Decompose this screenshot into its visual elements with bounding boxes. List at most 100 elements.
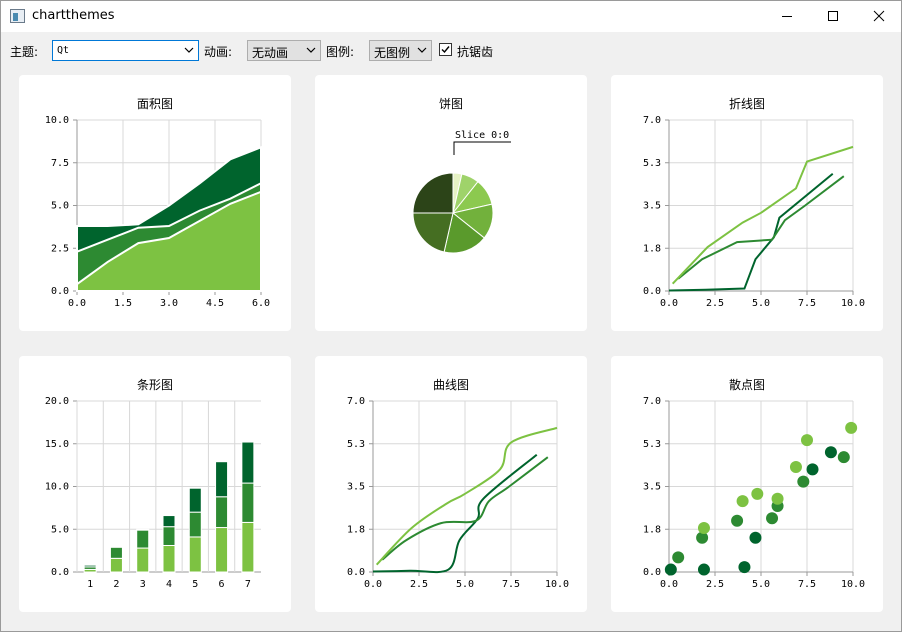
y-tick-label: 1.8 [347, 524, 365, 535]
app-window: chartthemes 主题: Qt 动画: 无动画 图例: 无图例 抗锯齿 面… [0, 0, 902, 632]
y-tick-label: 0.0 [51, 286, 69, 297]
bar-segment [215, 496, 229, 529]
pie-slice [412, 172, 454, 214]
checkmark-icon [441, 46, 450, 54]
chevron-down-icon [306, 47, 316, 53]
x-tick-label: 7.5 [798, 579, 816, 590]
bar-segment [215, 527, 229, 573]
y-tick-label: 7.0 [643, 396, 661, 407]
x-tick-label: 3.0 [160, 298, 178, 309]
bar-segment [215, 461, 229, 498]
bar-segment [188, 536, 202, 573]
x-tick-label: 4.5 [206, 298, 224, 309]
bar-segment [136, 547, 150, 573]
x-tick-label: 7 [245, 579, 251, 590]
x-tick-label: 1.5 [114, 298, 132, 309]
area-chart: 0.0 2.5 5.0 7.5 10.0 0.0 1.5 3.0 4.5 6.0 [45, 115, 270, 309]
bar-chart-panel: 条形图 0.0 5.0 10.0 15.0 20.0 1 2 3 4 5 6 7 [19, 356, 291, 612]
y-tick-label: 7.5 [51, 158, 69, 169]
x-tick-label: 2.5 [410, 579, 428, 590]
y-tick-label: 7.0 [643, 115, 661, 126]
x-tick-label: 2.5 [706, 298, 724, 309]
scatter-point [824, 446, 837, 459]
animation-select[interactable]: 无动画 [247, 40, 321, 61]
bar-segment [83, 564, 97, 568]
line-chart-panel: 折线图 0.0 1.8 3.5 5.3 7.0 0.0 2.5 5.0 7.5 10.0 [611, 75, 883, 331]
y-tick-label: 15.0 [45, 439, 69, 450]
scatter-point [766, 512, 779, 525]
y-tick-label: 5.0 [51, 201, 69, 212]
chevron-down-icon [417, 47, 427, 53]
scatter-point [789, 460, 802, 473]
bar-segment [136, 528, 150, 531]
y-tick-label: 20.0 [45, 396, 69, 407]
legend-select[interactable]: 无图例 [369, 40, 432, 61]
line-series [375, 426, 558, 566]
y-tick-label: 0.0 [51, 567, 69, 578]
y-tick-label: 3.5 [643, 482, 661, 493]
x-tick-label: 0.0 [660, 298, 678, 309]
spline-chart-panel: 曲线图 0.0 1.8 3.5 5.3 7.0 0.0 2.5 5.0 7.5 10.0 [315, 356, 587, 612]
x-tick-label: 3 [140, 579, 146, 590]
x-tick-label: 1 [87, 579, 93, 590]
scatter-point [845, 421, 858, 434]
y-tick-label: 2.5 [51, 243, 69, 254]
x-tick-label: 2 [113, 579, 119, 590]
x-tick-label: 2.5 [706, 579, 724, 590]
scatter-point [664, 563, 677, 576]
y-tick-label: 0.0 [347, 567, 365, 578]
line-series [372, 453, 538, 574]
animation-select-value: 无动画 [252, 46, 289, 60]
slice-label-leader [453, 141, 511, 155]
minimize-icon [782, 16, 792, 17]
y-tick-label: 10.0 [45, 482, 69, 493]
bar-segment [109, 557, 123, 573]
antialias-label: 抗锯齿 [457, 45, 494, 59]
legend-label: 图例: [326, 45, 355, 59]
scatter-point [749, 531, 762, 544]
legend-select-value: 无图例 [374, 46, 411, 60]
animation-label: 动画: [204, 45, 233, 59]
scatter-point [771, 492, 784, 505]
scatter-point [806, 463, 819, 476]
scatter-point [736, 495, 749, 508]
y-tick-label: 5.3 [643, 439, 661, 450]
bar-segment [109, 545, 123, 548]
area-chart-panel: 面积图 0.0 2.5 5.0 7.5 10.0 0.0 1.5 3.0 4.5 6.0 [19, 75, 291, 331]
scatter-point [738, 561, 751, 574]
line-chart: 0.0 1.8 3.5 5.3 7.0 0.0 2.5 5.0 7.5 10.0 [643, 115, 865, 309]
x-tick-label: 0.0 [660, 579, 678, 590]
bar-segment [136, 529, 150, 549]
x-tick-label: 0.0 [68, 298, 86, 309]
pie-chart-panel: 饼图 Slice 0:0 [315, 75, 587, 331]
y-tick-label: 0.0 [643, 567, 661, 578]
bar-segment [188, 487, 202, 513]
close-button[interactable] [856, 1, 902, 32]
close-icon [873, 10, 885, 22]
x-tick-label: 10.0 [841, 298, 865, 309]
x-tick-label: 5.0 [752, 298, 770, 309]
y-tick-label: 1.8 [643, 243, 661, 254]
x-tick-label: 7.5 [502, 579, 520, 590]
x-tick-label: 4 [166, 579, 172, 590]
theme-select[interactable]: Qt [52, 40, 199, 61]
x-tick-label: 7.5 [798, 298, 816, 309]
scatter-point [751, 487, 764, 500]
maximize-button[interactable] [810, 1, 856, 32]
theme-select-value: Qt [57, 45, 70, 56]
antialias-checkbox[interactable] [439, 43, 452, 56]
scatter-chart-panel: 散点图 0.0 1.8 3.5 5.3 7.0 0.0 2.5 5.0 7.5 10.0 [611, 356, 883, 612]
theme-label: 主题: [10, 45, 39, 59]
x-tick-label: 5 [192, 579, 198, 590]
title-bar[interactable]: chartthemes [1, 1, 901, 32]
y-tick-label: 0.0 [643, 286, 661, 297]
window-title: chartthemes [32, 8, 115, 23]
bar-segment [162, 526, 176, 546]
toolbar: 主题: Qt 动画: 无动画 图例: 无图例 抗锯齿 [1, 32, 901, 68]
bar-segment [162, 544, 176, 573]
minimize-button[interactable] [764, 1, 810, 32]
x-tick-label: 6.0 [252, 298, 270, 309]
app-window-icon [10, 9, 25, 23]
maximize-icon [828, 11, 838, 21]
scatter-chart: 0.0 1.8 3.5 5.3 7.0 0.0 2.5 5.0 7.5 10.0 [643, 396, 865, 590]
